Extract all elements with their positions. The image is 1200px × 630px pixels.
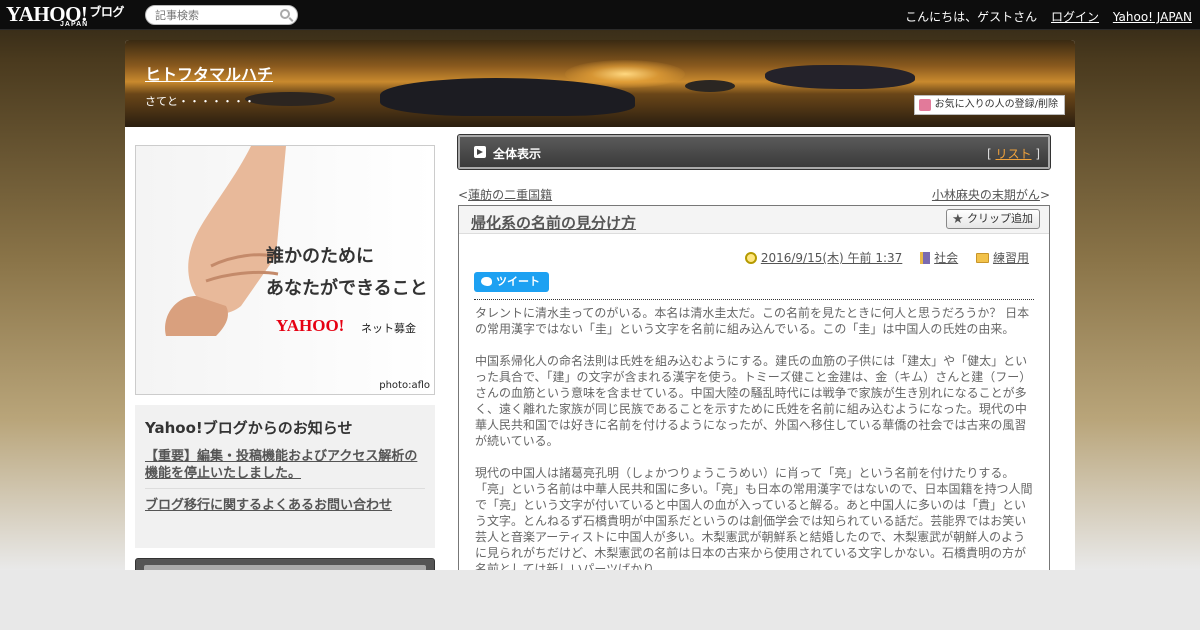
tweet-button[interactable]: ツイート bbox=[474, 272, 549, 292]
clock-icon bbox=[744, 252, 757, 264]
search-input[interactable] bbox=[155, 6, 280, 24]
arrow-right-icon bbox=[474, 146, 486, 158]
article-container: 帰化系の名前の見分け方 ★ クリップ追加 2016/9/15(木) 午前 1:3… bbox=[458, 205, 1050, 600]
logo-japan-text: JAPAN bbox=[60, 21, 89, 28]
article-folder-link[interactable]: 練習用 bbox=[993, 251, 1029, 265]
article-header: 帰化系の名前の見分け方 ★ クリップ追加 bbox=[459, 206, 1049, 234]
article-paragraph: 中国系帰化人の命名法則は氏姓を組み込むようにする。建氏の血筋の子供には「建太」や… bbox=[475, 354, 1032, 448]
ad-yahoo-logo: YAHOO! bbox=[276, 316, 345, 335]
user-links: こんにちは、ゲストさん ログイン Yahoo! JAPAN bbox=[895, 8, 1192, 25]
blog-title-link[interactable]: ヒトフタマルハチ bbox=[145, 61, 273, 85]
logo-blog-text: ブログ bbox=[89, 5, 124, 19]
list-view-control: [ リスト ] bbox=[986, 147, 1040, 161]
ad-photo-credit: photo:aflo bbox=[379, 380, 430, 391]
blog-header: ヒトフタマルハチ さてと・・・・・・・ お気に入りの人の登録/削除 bbox=[125, 40, 1075, 127]
ad-headline-1: 誰かのために bbox=[266, 246, 374, 267]
article-divider bbox=[474, 299, 1034, 300]
clip-add-button[interactable]: ★ クリップ追加 bbox=[946, 209, 1040, 229]
helping-hands-image bbox=[165, 146, 286, 336]
next-article-nav: 小林麻央の末期がん> bbox=[931, 188, 1050, 202]
top-navigation-bar: YAHOO!ブログ JAPAN こんにちは、ゲストさん ログイン Yahoo! … bbox=[0, 0, 1200, 30]
folder-icon bbox=[975, 253, 989, 263]
next-article-link[interactable]: 小林麻央の末期がん bbox=[932, 188, 1040, 202]
blog-frame: ヒトフタマルハチ さてと・・・・・・・ お気に入りの人の登録/削除 誰かのために… bbox=[125, 40, 1075, 600]
article-folder: 練習用 bbox=[975, 251, 1029, 265]
ad-headline-2: あなたができること bbox=[266, 278, 428, 299]
login-link[interactable]: ログイン bbox=[1051, 10, 1099, 24]
tab-show-all[interactable]: 全体表示 bbox=[493, 145, 541, 162]
favorite-button-label: お気に入りの人の登録/削除 bbox=[934, 99, 1058, 110]
twitter-bird-icon bbox=[481, 277, 492, 286]
article-date: 2016/9/15(木) 午前 1:37 bbox=[744, 251, 902, 265]
notice-divider bbox=[145, 488, 425, 489]
favorite-register-button[interactable]: お気に入りの人の登録/削除 bbox=[913, 95, 1065, 115]
header-ice-floe bbox=[245, 92, 335, 106]
star-icon: ★ bbox=[952, 212, 964, 227]
search-icon[interactable] bbox=[280, 9, 290, 19]
article-paragraph: タレントに清水圭ってのがいる。本名は清水圭太だ。この名前を見たときに何人と思うだ… bbox=[475, 306, 1030, 336]
yahoo-blog-logo[interactable]: YAHOO! ブログ JAPAN bbox=[6, 2, 124, 28]
previous-article-link[interactable]: 蓮舫の二重国籍 bbox=[468, 188, 552, 202]
favorite-heart-icon bbox=[918, 99, 931, 111]
book-icon bbox=[920, 252, 931, 264]
donation-ad-banner[interactable]: 誰かのために あなたができること YAHOO! ネット募金 photo:aflo bbox=[135, 145, 435, 395]
yahoo-japan-link[interactable]: Yahoo! JAPAN bbox=[1113, 10, 1192, 24]
article-meta: 2016/9/15(木) 午前 1:37 社会 練習用 bbox=[731, 249, 1029, 266]
article-category-link[interactable]: 社会 bbox=[934, 251, 958, 265]
previous-article-nav: <蓮舫の二重国籍 bbox=[458, 188, 553, 202]
article-paragraph: 現代の中国人は諸葛亮孔明（しょかつりょうこうめい）に肖って「亮」という名前を付け… bbox=[475, 466, 1033, 576]
tweet-button-label: ツイート bbox=[496, 275, 540, 288]
list-view-link[interactable]: リスト bbox=[995, 147, 1031, 161]
notice-link-faq[interactable]: ブログ移行に関するよくあるお問い合わせ bbox=[145, 495, 425, 520]
header-ice-floe bbox=[685, 80, 735, 92]
blog-notice-panel: Yahoo!ブログからのお知らせ 【重要】編集・投稿機能およびアクセス解析の機能… bbox=[135, 405, 435, 548]
header-ice-floe bbox=[765, 65, 915, 89]
article-body: タレントに清水圭ってのがいる。本名は清水圭太だ。この名前を見たときに何人と思うだ… bbox=[475, 305, 1035, 593]
notice-link-important[interactable]: 【重要】編集・投稿機能およびアクセス解析の機能を停止いたしました。 bbox=[145, 446, 425, 488]
blog-subtitle: さてと・・・・・・・ bbox=[145, 95, 255, 108]
article-title-link[interactable]: 帰化系の名前の見分け方 bbox=[471, 212, 636, 233]
view-tab-bar: 全体表示 [ リスト ] bbox=[457, 134, 1051, 170]
article-date-link[interactable]: 2016/9/15(木) 午前 1:37 bbox=[761, 251, 902, 265]
header-ice-floe bbox=[380, 78, 635, 116]
notice-heading: Yahoo!ブログからのお知らせ bbox=[145, 419, 353, 437]
ad-service-name: ネット募金 bbox=[361, 322, 416, 335]
greeting-text: こんにちは、ゲストさん bbox=[905, 10, 1038, 24]
article-category: 社会 bbox=[920, 251, 958, 265]
clip-button-label: クリップ追加 bbox=[967, 212, 1033, 225]
article-search-box bbox=[145, 5, 298, 25]
bottom-bar bbox=[0, 570, 1200, 630]
